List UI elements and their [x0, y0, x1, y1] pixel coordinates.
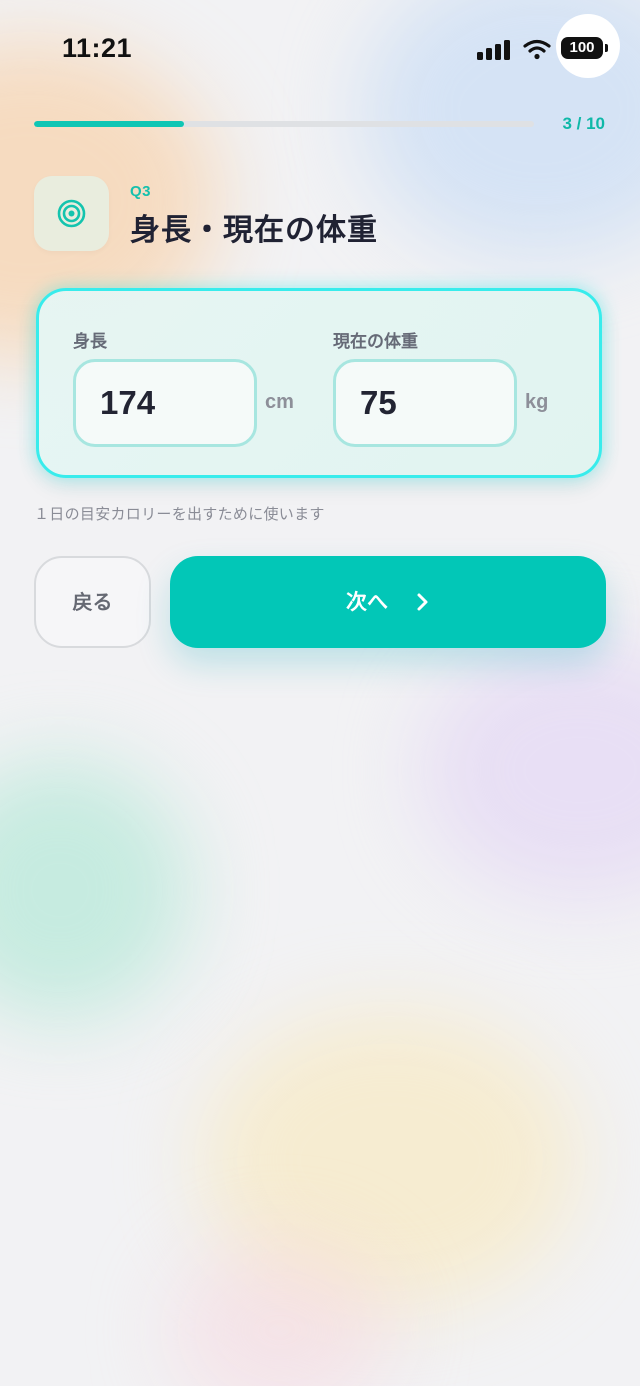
- background-blob-purple: [420, 640, 640, 900]
- next-button-content: 次へ: [346, 556, 430, 648]
- signal-icon: [477, 40, 511, 60]
- progress-count: 3 / 10: [562, 114, 605, 133]
- height-input[interactable]: 174: [73, 359, 257, 447]
- question-icon-box: [34, 176, 109, 251]
- progress-fill: [34, 121, 184, 127]
- target-icon: [57, 199, 86, 228]
- next-button[interactable]: 次へ: [170, 556, 606, 648]
- helper-text: １日の目安カロリーを出すために使います: [34, 505, 325, 523]
- back-button[interactable]: 戻る: [34, 556, 151, 648]
- background-blob-mint: [0, 760, 190, 1020]
- weight-unit: kg: [525, 391, 549, 413]
- status-time: 11:21: [62, 33, 133, 63]
- battery-icon: 100: [561, 37, 603, 59]
- height-label: 身長: [73, 332, 107, 352]
- next-button-label: 次へ: [346, 590, 388, 614]
- wifi-icon: [523, 39, 551, 60]
- question-number: Q3: [130, 183, 152, 200]
- progress-bar: [34, 121, 534, 127]
- weight-label: 現在の体重: [333, 332, 418, 352]
- battery-indicator: 100: [556, 14, 620, 78]
- battery-tip: [605, 44, 608, 52]
- question-title: 身長・現在の体重: [130, 213, 378, 248]
- weight-input[interactable]: 75: [333, 359, 517, 447]
- height-unit: cm: [265, 391, 294, 413]
- measurement-card: 身長 174 cm 現在の体重 75 kg: [36, 288, 602, 478]
- chevron-right-icon: [417, 593, 428, 611]
